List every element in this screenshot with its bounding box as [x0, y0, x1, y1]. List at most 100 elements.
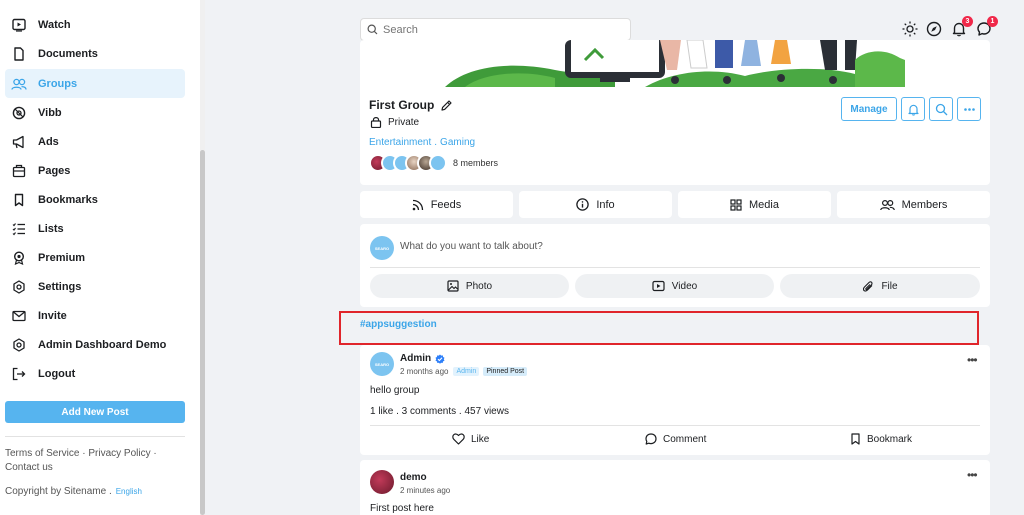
paperclip-icon [862, 280, 874, 292]
group-header-card: First Group Private Entertainment. Gaming… [360, 40, 990, 185]
tab-media[interactable]: Media [678, 191, 831, 218]
tab-feeds[interactable]: Feeds [360, 191, 513, 218]
footer-separator: · [153, 448, 157, 459]
group-cover-image [445, 40, 905, 87]
language-selector[interactable]: English [116, 487, 142, 496]
notifications-bell-icon[interactable]: 3 [950, 16, 973, 38]
sidebar-item-label: Ads [38, 135, 59, 148]
list-icon [11, 221, 27, 237]
gear-icon [11, 337, 27, 353]
sidebar-item-label: Invite [38, 309, 67, 322]
highlight-box [339, 311, 979, 345]
sidebar-item-label: Admin Dashboard Demo [38, 338, 167, 351]
notifications-badge: 3 [962, 16, 973, 27]
comment-button[interactable]: Comment [645, 431, 706, 447]
more-dots-icon [963, 103, 976, 116]
post-stats[interactable]: 1 like . 3 comments . 457 views [370, 406, 509, 417]
footer-separator: · [82, 448, 86, 459]
sidebar-item-invite[interactable]: Invite [5, 301, 185, 330]
sidebar-item-bookmarks[interactable]: Bookmarks [5, 185, 185, 214]
like-button[interactable]: Like [452, 431, 489, 447]
vibb-icon [11, 105, 27, 121]
members-count: 8 members [453, 158, 499, 168]
contact-us-link[interactable]: Contact us [5, 462, 53, 473]
compass-icon[interactable] [925, 20, 943, 38]
bookmark-button[interactable]: Bookmark [850, 431, 912, 447]
footer-links: Terms of Service · Privacy Policy · Cont… [5, 447, 190, 475]
sidebar-item-logout[interactable]: Logout [5, 359, 185, 388]
scrollbar-thumb[interactable] [200, 150, 205, 515]
document-icon [11, 46, 27, 62]
author-name[interactable]: demo [400, 472, 427, 483]
comment-label: Comment [663, 433, 707, 445]
tab-members[interactable]: Members [837, 191, 990, 218]
sidebar-scrollbar[interactable] [200, 0, 205, 515]
like-label: Like [471, 433, 490, 445]
edit-pencil-icon[interactable] [440, 99, 453, 112]
admin-badge: Admin [453, 367, 480, 376]
groups-icon [11, 76, 27, 92]
tab-label: Info [596, 198, 615, 211]
search-box[interactable] [360, 18, 631, 41]
group-notifications-button[interactable] [901, 97, 925, 121]
verified-badge-icon [435, 354, 445, 364]
tab-label: Feeds [430, 198, 462, 211]
video-button[interactable]: Video [575, 274, 774, 298]
group-search-button[interactable] [929, 97, 953, 121]
sidebar-item-pages[interactable]: Pages [5, 156, 185, 185]
sidebar-item-label: Groups [38, 77, 78, 90]
sidebar-item-vibb[interactable]: Vibb [5, 98, 185, 127]
award-icon [11, 250, 27, 266]
search-input[interactable] [383, 23, 613, 36]
bell-icon [907, 103, 920, 116]
group-name: First Group [369, 98, 435, 112]
post-author: Admin [400, 353, 445, 364]
tab-info[interactable]: Info [519, 191, 672, 218]
post-more-button[interactable]: ••• [967, 468, 978, 482]
bookmark-icon [850, 433, 861, 445]
pinned-post-badge: Pinned Post [483, 367, 528, 376]
category-link[interactable]: Gaming [440, 137, 475, 148]
messages-badge: 1 [987, 16, 998, 27]
post-time: 2 months ago [400, 367, 449, 376]
avatar[interactable]: SEARO [370, 352, 394, 376]
sidebar-item-groups[interactable]: Groups [5, 69, 185, 98]
add-new-post-button[interactable]: Add New Post [5, 401, 185, 423]
divider [370, 425, 980, 426]
post-meta: 2 months ago Admin Pinned Post [400, 367, 528, 376]
composer-input[interactable]: What do you want to talk about? [400, 241, 543, 252]
mail-icon [11, 308, 27, 324]
sidebar-item-label: Lists [38, 222, 64, 235]
file-button[interactable]: File [780, 274, 980, 298]
lock-icon [370, 116, 382, 128]
file-label: File [881, 280, 898, 292]
manage-button[interactable]: Manage [841, 97, 897, 121]
sidebar-item-documents[interactable]: Documents [5, 39, 185, 68]
members-preview[interactable]: 8 members [369, 154, 498, 172]
privacy-policy-link[interactable]: Privacy Policy [88, 448, 150, 459]
messages-icon[interactable]: 1 [975, 16, 998, 38]
avatar: SEARO [370, 236, 394, 260]
theme-toggle-sun-icon[interactable] [901, 20, 919, 38]
sidebar-item-admin-dashboard-demo[interactable]: Admin Dashboard Demo [5, 330, 185, 359]
sidebar-item-premium[interactable]: Premium [5, 243, 185, 272]
photo-button[interactable]: Photo [370, 274, 569, 298]
category-separator: . [434, 137, 438, 148]
comment-icon [645, 433, 657, 445]
sidebar-item-watch[interactable]: Watch [5, 10, 185, 39]
sidebar-item-ads[interactable]: Ads [5, 127, 185, 156]
gear-icon [11, 279, 27, 295]
category-link[interactable]: Entertainment [369, 137, 431, 148]
author-name[interactable]: Admin [400, 353, 431, 364]
post-more-button[interactable]: ••• [967, 353, 978, 367]
group-more-button[interactable] [957, 97, 981, 121]
terms-of-service-link[interactable]: Terms of Service [5, 448, 79, 459]
photo-label: Photo [465, 280, 493, 292]
post-text: First post here [370, 503, 434, 514]
photo-icon [447, 280, 459, 292]
bookmark-icon [11, 192, 27, 208]
sidebar-item-settings[interactable]: Settings [5, 272, 185, 301]
avatar[interactable] [370, 470, 394, 494]
sidebar-item-label: Bookmarks [38, 193, 98, 206]
sidebar-item-lists[interactable]: Lists [5, 214, 185, 243]
